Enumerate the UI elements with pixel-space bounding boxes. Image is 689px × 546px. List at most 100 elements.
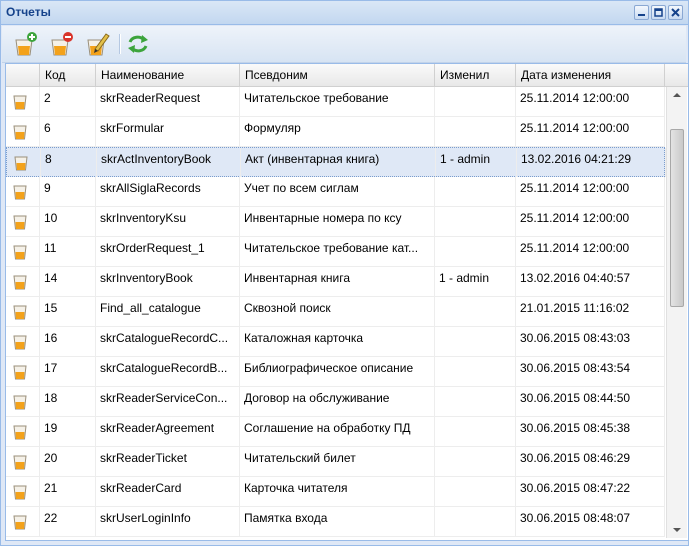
edit-report-icon [87, 33, 110, 56]
table-row[interactable]: 19 skrReaderAgreement Соглашение на обрабо… [6, 417, 665, 447]
cell-name: skrInventoryKsu [96, 207, 240, 236]
row-icon-cell [6, 87, 40, 116]
cell-date: 25.11.2014 12:00:00 [516, 117, 665, 146]
reports-window: Отчеты Код Наименование Псевдоним Измени… [0, 0, 689, 546]
add-report-button[interactable] [12, 31, 38, 57]
scroll-down-button[interactable] [667, 522, 687, 538]
cell-date: 13.02.2016 04:21:29 [517, 148, 666, 177]
cell-changed-by [435, 417, 516, 446]
cell-changed-by [435, 387, 516, 416]
cell-name: skrOrderRequest_1 [96, 237, 240, 266]
cell-name: skrUserLoginInfo [96, 507, 240, 536]
vertical-scrollbar[interactable] [666, 87, 687, 538]
cell-changed-by [435, 327, 516, 356]
arrow-down-icon [673, 528, 681, 532]
close-button[interactable] [668, 5, 683, 20]
cell-code: 2 [40, 87, 96, 116]
column-header-name[interactable]: Наименование [96, 64, 240, 86]
table-row[interactable]: 11 skrOrderRequest_1 Читательское требован… [6, 237, 665, 267]
reports-grid: Код Наименование Псевдоним Изменил Дата … [5, 63, 688, 541]
column-header-changed-by[interactable]: Изменил [435, 64, 516, 86]
cell-changed-by [435, 117, 516, 146]
cell-code: 19 [40, 417, 96, 446]
cell-alias: Акт (инвентарная книга) [241, 148, 436, 177]
cell-changed-by [435, 207, 516, 236]
table-row[interactable]: 15 Find_all_catalogue Сквозной поиск 21.01.… [6, 297, 665, 327]
edit-report-button[interactable] [84, 31, 110, 57]
cell-alias: Читательское требование кат... [240, 237, 435, 266]
cell-alias: Каталожная карточка [240, 327, 435, 356]
cell-alias: Карточка читателя [240, 477, 435, 506]
cell-alias: Сквозной поиск [240, 297, 435, 326]
window-titlebar: Отчеты [1, 1, 688, 25]
row-icon-cell [6, 177, 40, 206]
report-icon [13, 215, 27, 230]
table-row[interactable]: 18 skrReaderServiceCon... Договор на обслу… [6, 387, 665, 417]
cell-changed-by [435, 447, 516, 476]
grid-rows: 2 skrReaderRequest Читательское требование… [6, 87, 666, 537]
table-row[interactable]: 10 skrInventoryKsu Инвентарные номера по к… [6, 207, 665, 237]
table-row[interactable]: 17 skrCatalogueRecordB... Библиографическо… [6, 357, 665, 387]
row-icon-cell [6, 447, 40, 476]
minimize-button[interactable] [634, 5, 649, 20]
scroll-up-button[interactable] [667, 87, 687, 103]
cell-name: skrReaderTicket [96, 447, 240, 476]
row-icon-cell [6, 297, 40, 326]
table-row[interactable]: 8 skrActInventoryBook Акт (инвентарная кни… [6, 147, 666, 177]
cell-alias: Читательский билет [240, 447, 435, 476]
row-icon-cell [6, 477, 40, 506]
cell-changed-by: 1 - admin [435, 267, 516, 296]
cell-date: 21.01.2015 11:16:02 [516, 297, 665, 326]
cell-alias: Инвентарные номера по ксу [240, 207, 435, 236]
cell-code: 21 [40, 477, 96, 506]
table-row[interactable]: 20 skrReaderTicket Читательский билет 30.06… [6, 447, 665, 477]
table-row[interactable]: 14 skrInventoryBook Инвентарная книга 1 - a… [6, 267, 665, 297]
table-row[interactable]: 21 skrReaderCard Карточка читателя 30.06.20… [6, 477, 665, 507]
add-report-icon [15, 32, 37, 56]
cell-code: 16 [40, 327, 96, 356]
column-header-date[interactable]: Дата изменения [516, 64, 665, 86]
column-header-icon[interactable] [6, 64, 40, 86]
cell-changed-by [435, 237, 516, 266]
cell-name: skrReaderRequest [96, 87, 240, 116]
cell-changed-by [435, 357, 516, 386]
cell-name: skrCatalogueRecordB... [96, 357, 240, 386]
table-row[interactable]: 16 skrCatalogueRecordC... Каталожная карто… [6, 327, 665, 357]
cell-changed-by [435, 177, 516, 206]
refresh-icon [128, 35, 148, 53]
row-icon-cell [6, 387, 40, 416]
scrollbar-thumb[interactable] [670, 129, 684, 307]
cell-changed-by [435, 87, 516, 116]
cell-date: 30.06.2015 08:45:38 [516, 417, 665, 446]
table-row[interactable]: 9 skrAllSiglaRecords Учет по всем сиглам 25… [6, 177, 665, 207]
table-row[interactable]: 22 skrUserLoginInfo Памятка входа 30.06.201… [6, 507, 665, 537]
row-icon-cell [6, 357, 40, 386]
cell-alias: Соглашение на обработку ПД [240, 417, 435, 446]
cell-code: 18 [40, 387, 96, 416]
delete-report-button[interactable] [48, 31, 74, 57]
delete-report-icon [51, 32, 73, 56]
table-row[interactable]: 6 skrFormular Формуляр 25.11.2014 12:00:00 [6, 117, 665, 147]
cell-name: skrActInventoryBook [97, 148, 241, 177]
minimize-icon [638, 14, 645, 16]
column-header-alias[interactable]: Псевдоним [240, 64, 435, 86]
report-icon [13, 395, 27, 410]
cell-name: skrCatalogueRecordC... [96, 327, 240, 356]
grid-header: Код Наименование Псевдоним Изменил Дата … [6, 64, 688, 87]
maximize-icon [654, 8, 663, 17]
cell-name: skrAllSiglaRecords [96, 177, 240, 206]
toolbar [2, 26, 686, 63]
table-row[interactable]: 2 skrReaderRequest Читательское требование… [6, 87, 665, 117]
cell-alias: Учет по всем сиглам [240, 177, 435, 206]
maximize-button[interactable] [651, 5, 666, 20]
window-title: Отчеты [6, 5, 51, 19]
column-header-code[interactable]: Код [40, 64, 96, 86]
refresh-button[interactable] [125, 31, 151, 57]
cell-code: 15 [40, 297, 96, 326]
cell-code: 9 [40, 177, 96, 206]
cell-name: skrReaderAgreement [96, 417, 240, 446]
row-icon-cell [6, 237, 40, 266]
cell-date: 30.06.2015 08:46:29 [516, 447, 665, 476]
row-icon-cell [6, 267, 40, 296]
cell-date: 25.11.2014 12:00:00 [516, 237, 665, 266]
